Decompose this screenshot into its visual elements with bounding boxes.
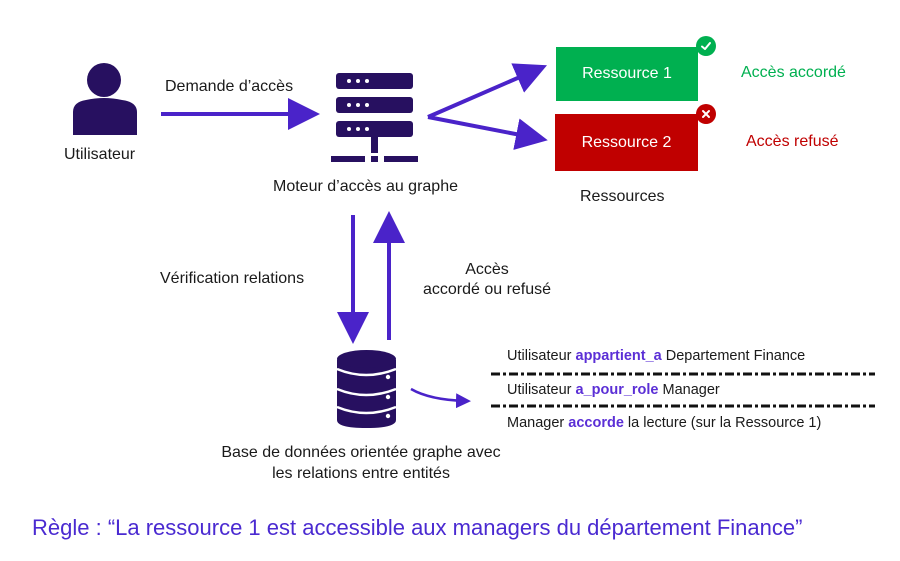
resource-1-status: Accès accordé (741, 64, 846, 81)
response-label: Accès accordé ou refusé (405, 261, 569, 299)
arrow-to-relations (410, 387, 471, 409)
engine-label: Moteur d’accès au graphe (273, 178, 458, 195)
request-label: Demande d’accès (165, 78, 294, 95)
relation-item: Utilisateur a_pour_role Manager (507, 382, 720, 398)
resource-1-box[interactable]: Ressource 1 (556, 47, 698, 101)
rule-text: Règle : “La ressource 1 est accessible a… (32, 515, 803, 540)
arrow-to-resource-1 (427, 63, 548, 119)
resource-1-label: Ressource 1 (582, 65, 672, 82)
relation-predicate: appartient_a (575, 348, 662, 364)
response-label-line2: accordé ou refusé (422, 281, 552, 298)
relation-predicate: accorde (568, 415, 624, 431)
resource-2-box[interactable]: Ressource 2 (555, 114, 698, 171)
resource-2-status: Accès refusé (746, 133, 839, 150)
relation-subject: Utilisateur (507, 348, 572, 364)
server-icon (331, 73, 418, 162)
cross-icon (696, 104, 716, 124)
database-label: Base de données orientée graphe avec les… (195, 442, 527, 484)
relation-object: Departement Finance (665, 348, 806, 364)
response-label-line1: Accès (465, 261, 509, 278)
relation-subject: Manager (507, 415, 565, 431)
relation-object: la lecture (sur la Ressource 1) (627, 415, 822, 431)
arrow-to-resource-2 (427, 115, 548, 150)
user-icon (73, 63, 137, 135)
database-label-line2: les relations entre entités (272, 465, 450, 482)
relation-item: Manager accorde la lecture (sur la Resso… (507, 415, 821, 431)
database-icon (336, 350, 397, 428)
database-label-line1: Base de données orientée graphe avec (221, 444, 501, 461)
user-label: Utilisateur (64, 146, 136, 163)
check-icon (696, 36, 716, 56)
relation-item: Utilisateur appartient_a Departement Fin… (507, 348, 805, 364)
resource-2-label: Ressource 2 (581, 133, 672, 151)
relation-object: Manager (662, 382, 720, 398)
relation-predicate: a_pour_role (575, 382, 659, 398)
resources-title: Ressources (580, 188, 665, 205)
verification-label: Vérification relations (160, 270, 305, 287)
relation-subject: Utilisateur (507, 382, 576, 398)
